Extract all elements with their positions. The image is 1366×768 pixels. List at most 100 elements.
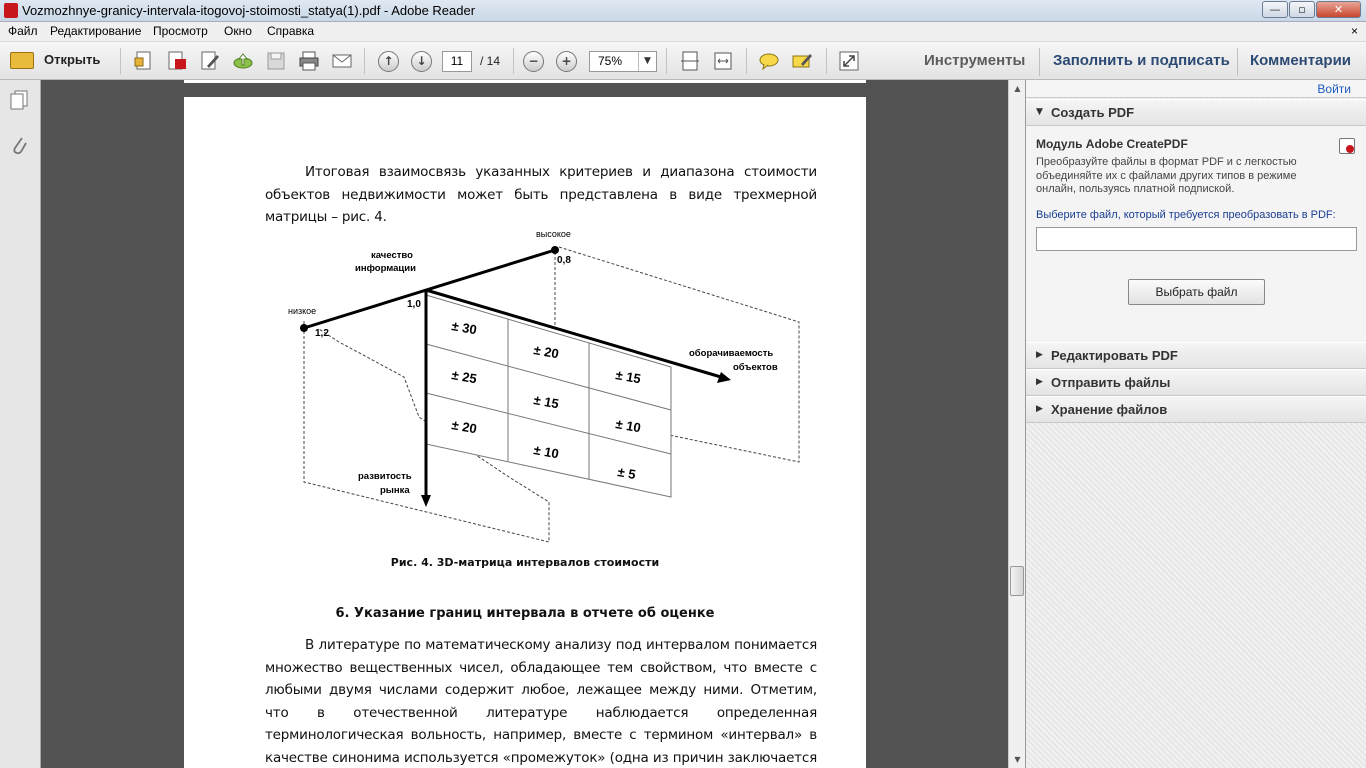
section-send-files[interactable]: ▶ Отправить файлы [1026, 369, 1366, 396]
previous-page-icon[interactable]: ↑ [378, 51, 399, 72]
close-document-icon[interactable]: × [1351, 24, 1358, 38]
highlight-icon[interactable] [791, 50, 813, 72]
convert-pdf-icon[interactable] [166, 50, 188, 72]
high-point [551, 246, 559, 254]
label-quality-2: информации [355, 263, 416, 274]
minimize-button[interactable]: — [1262, 1, 1288, 18]
label-low: низкое [288, 306, 316, 316]
create-pdf-body: Модуль Adobe CreatePDF Преобразуйте файл… [1026, 126, 1366, 343]
menu-help[interactable]: Справка [267, 24, 314, 38]
collapsed-triangle-icon: ▶ [1036, 404, 1043, 414]
toolbar-separator [666, 48, 667, 74]
label-turnover-2: объектов [733, 362, 778, 373]
module-description: Преобразуйте файлы в формат PDF и с легк… [1036, 156, 1297, 195]
vertical-scrollbar[interactable]: ▲ ▼ [1008, 80, 1025, 768]
create-pdf-icon[interactable] [133, 50, 155, 72]
tools-pane: Войти ▼ Создать PDF Модуль Adobe CreateP… [1025, 80, 1366, 768]
section-edit-pdf[interactable]: ▶ Редактировать PDF [1026, 342, 1366, 369]
comments-pane-link[interactable]: Комментарии [1250, 52, 1351, 69]
toolbar-separator [364, 48, 365, 74]
navigation-panel [0, 80, 41, 768]
collapsed-triangle-icon: ▶ [1036, 350, 1043, 360]
matrix-figure: высокое 0,8 низкое 1,2 1,0 качество инфо… [288, 229, 800, 543]
save-icon[interactable] [265, 50, 287, 72]
section-label: Хранение файлов [1051, 402, 1168, 417]
tools-pane-link[interactable]: Инструменты [924, 52, 1025, 69]
scroll-down-icon[interactable]: ▼ [1009, 751, 1026, 768]
section-store-files[interactable]: ▶ Хранение файлов [1026, 396, 1366, 423]
turnover-arrowhead [717, 372, 731, 383]
zoom-value: 75% [598, 54, 623, 68]
scroll-up-icon[interactable]: ▲ [1009, 80, 1026, 97]
page-number-input[interactable]: 11 [442, 51, 472, 72]
section-label: Отправить файлы [1051, 375, 1171, 390]
label-market-1: развитость [358, 471, 412, 482]
choose-file-button[interactable]: Выбрать файл [1128, 279, 1265, 305]
paragraph-2: В литературе по математическому анализу … [265, 637, 817, 766]
collapsed-triangle-icon: ▶ [1036, 377, 1043, 387]
label-quality-1: качество [371, 250, 413, 261]
expanded-triangle-icon: ▼ [1036, 107, 1043, 117]
label-high: высокое [536, 229, 571, 239]
section-heading: 6. Указание границ интервала в отчете об… [335, 606, 715, 621]
figure-caption: Рис. 4. 3D-матрица интервалов стоимости [390, 556, 660, 569]
cloud-upload-icon[interactable] [232, 50, 254, 72]
file-path-input[interactable] [1036, 227, 1357, 251]
market-arrowhead [421, 495, 431, 507]
expand-icon[interactable] [838, 50, 860, 72]
menu-edit[interactable]: Редактирование [50, 24, 141, 38]
label-turnover-1: оборачиваемость [689, 348, 773, 359]
paragraph-1: Итоговая взаимосвязь указанных критериев… [265, 164, 817, 225]
low-point [300, 324, 308, 332]
module-title: Модуль Adobe CreatePDF [1036, 137, 1188, 151]
toolbar-separator [1039, 48, 1040, 76]
section-label: Создать PDF [1051, 105, 1135, 120]
pane-top-bar: Войти [1026, 80, 1366, 98]
close-button[interactable]: ✕ [1316, 1, 1361, 18]
zoom-out-icon[interactable]: − [523, 51, 544, 72]
page-total: / 14 [480, 54, 501, 68]
window-title: Vozmozhnye-granicy-intervala-itogovoj-st… [22, 3, 476, 18]
next-page-icon[interactable]: ↓ [411, 51, 432, 72]
pdf-page: Итоговая взаимосвязь указанных критериев… [184, 97, 866, 768]
edit-document-icon[interactable] [199, 50, 221, 72]
open-button[interactable]: Открыть [8, 49, 108, 73]
toolbar-separator [826, 48, 827, 74]
login-link[interactable]: Войти [1317, 82, 1351, 96]
cell-value: ± 5 [616, 464, 636, 482]
menu-file[interactable]: Файл [8, 24, 38, 38]
value-1-2: 1,2 [315, 328, 329, 339]
page-thumbnails-icon[interactable] [10, 90, 28, 110]
zoom-select[interactable]: 75% ▼ [589, 51, 657, 72]
value-0-8: 0,8 [557, 255, 571, 266]
maximize-button[interactable]: ▫ [1289, 1, 1315, 18]
menu-view[interactable]: Просмотр [153, 24, 208, 38]
menu-window[interactable]: Окно [224, 24, 252, 38]
toolbar-separator [513, 48, 514, 74]
toolbar: Открыть ↑ ↓ 11 / 14 − + 75% ▼ Инструмент… [0, 42, 1366, 80]
createpdf-icon [1339, 138, 1355, 154]
zoom-in-icon[interactable]: + [556, 51, 577, 72]
choose-file-label: Выберите файл, который требуется преобра… [1036, 209, 1336, 221]
toolbar-separator [1237, 48, 1238, 76]
document-view[interactable]: Итоговая взаимосвязь указанных критериев… [41, 80, 1008, 768]
chevron-down-icon[interactable]: ▼ [638, 52, 656, 71]
toolbar-separator [746, 48, 747, 74]
fit-page-icon[interactable] [679, 50, 701, 72]
adobe-reader-icon [4, 3, 18, 18]
value-1-0: 1,0 [407, 299, 421, 310]
previous-page-edge [184, 80, 866, 89]
title-bar: Vozmozhnye-granicy-intervala-itogovoj-st… [0, 0, 1366, 22]
attachments-icon[interactable] [10, 134, 28, 156]
section-create-pdf[interactable]: ▼ Создать PDF [1026, 99, 1366, 126]
email-icon[interactable] [331, 50, 353, 72]
fill-sign-pane-link[interactable]: Заполнить и подписать [1053, 52, 1230, 69]
scroll-thumb[interactable] [1010, 566, 1024, 596]
folder-icon [10, 52, 34, 69]
print-icon[interactable] [298, 50, 320, 72]
comment-icon[interactable] [758, 50, 780, 72]
label-market-2: рынка [380, 485, 410, 496]
fit-width-icon[interactable] [712, 50, 734, 72]
menu-bar: Файл Редактирование Просмотр Окно Справк… [0, 22, 1366, 42]
toolbar-separator [120, 48, 121, 74]
